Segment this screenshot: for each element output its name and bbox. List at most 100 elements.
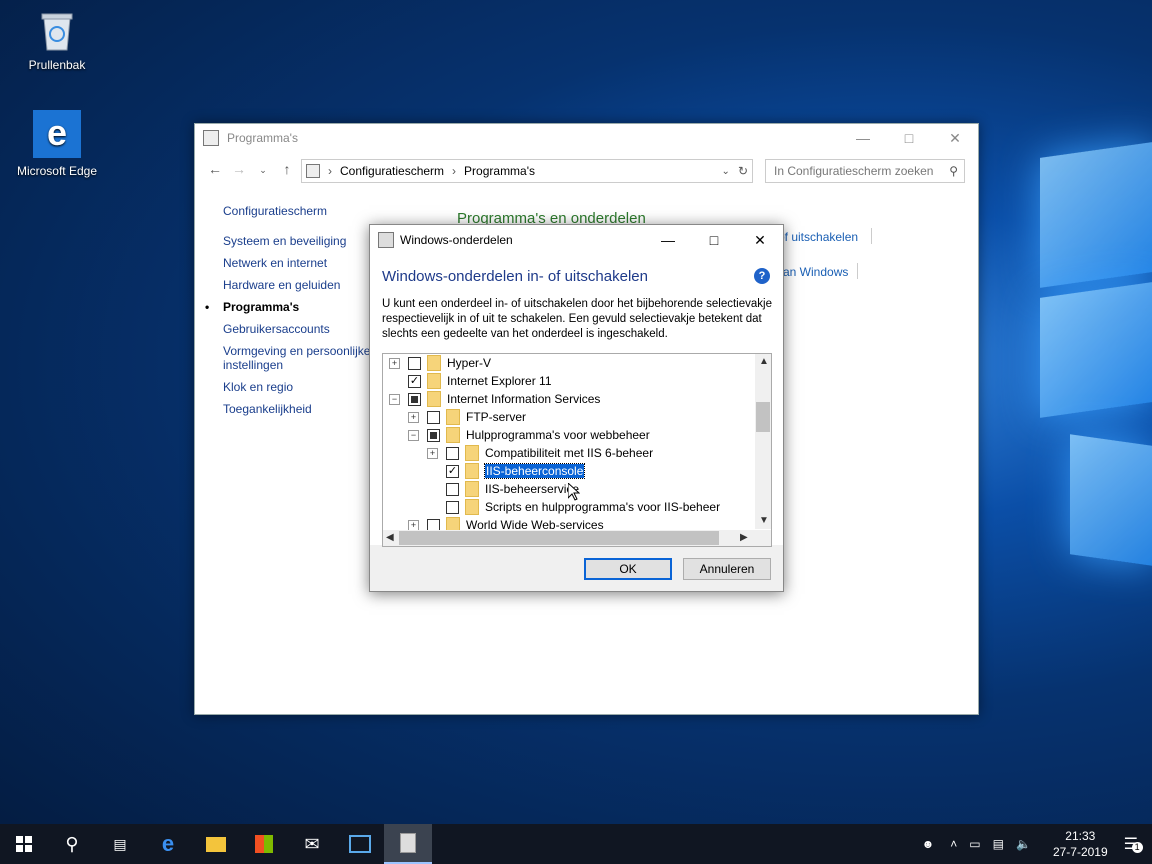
sidebar-item-system-security[interactable]: Systeem en beveiliging [223,234,383,248]
network-icon[interactable]: ▤ [993,837,1004,851]
sidebar-nav: Configuratiescherm Systeem en beveiligin… [205,204,383,424]
clock[interactable]: 21:33 27-7-2019 [1053,828,1108,860]
minimize-button[interactable]: — [840,124,886,152]
checkbox[interactable] [446,482,459,496]
dialog-titlebar[interactable]: Windows-onderdelen — □ ✕ [370,225,783,255]
search-icon[interactable]: ⚲ [48,824,96,864]
folder-icon [427,391,441,407]
checkbox-checked[interactable]: ✓ [408,374,421,388]
cancel-button[interactable]: Annuleren [683,558,771,580]
tree-item-iis[interactable]: − Internet Information Services [389,390,600,408]
tree-item-hyper-v[interactable]: + Hyper-V [389,354,491,372]
close-button[interactable]: ✕ [737,226,783,254]
file-explorer-icon[interactable] [192,824,240,864]
task-view-icon[interactable]: ▤ [96,824,144,864]
search-input[interactable]: In Configuratiescherm zoeken ⚲ [765,159,965,183]
folder-icon [465,499,479,515]
taskbar: ⚲ ▤ e ✉ ☻ ˄ ▭ ▤ 🔈 21:33 27-7-2019 ☰ 1 [0,824,1152,864]
tree-item-label-selected: IIS-beheerconsole [483,463,586,479]
tree-item-label: Scripts en hulpprogramma's voor IIS-behe… [485,500,721,514]
breadcrumb-item[interactable]: Programma's [464,164,535,178]
partial-link[interactable]: an Windows [783,265,848,279]
tree-item-web-management-tools[interactable]: − Hulpprogramma's voor webbeheer [408,426,650,444]
tree-item-label: Internet Information Services [447,392,601,406]
volume-icon[interactable]: 🔈 [1016,837,1031,851]
address-bar[interactable]: › Configuratiescherm › Programma's ⌄ ↻ [301,159,753,183]
checkbox[interactable] [446,500,459,514]
sidebar-item-accounts[interactable]: Gebruikersaccounts [223,322,383,336]
sidebar-item-home[interactable]: Configuratiescherm [223,204,383,218]
tree-item-label: IIS-beheerservice [485,482,580,496]
maximize-button[interactable]: □ [691,226,737,254]
windows-features-icon [378,232,394,248]
breadcrumb-item[interactable]: Configuratiescherm [340,164,444,178]
up-arrow-icon[interactable]: ↑ [275,161,299,179]
edge-taskbar-icon[interactable]: e [144,824,192,864]
search-icon: ⚲ [949,164,958,178]
checkbox[interactable] [427,410,440,424]
mail-icon[interactable]: ✉ [288,824,336,864]
address-dropdown-icon[interactable]: ⌄ [722,166,730,177]
minimize-button[interactable]: — [645,226,691,254]
clock-time: 21:33 [1065,829,1096,843]
collapse-icon[interactable]: − [408,429,419,441]
store-icon[interactable] [240,824,288,864]
maximize-button[interactable]: □ [886,124,932,152]
sidebar-item-network[interactable]: Netwerk en internet [223,256,383,270]
server-manager-icon[interactable] [336,824,384,864]
dialog-heading: Windows-onderdelen in- of uitschakelen [382,268,648,285]
window-titlebar[interactable]: Programma's — □ ✕ [195,124,978,152]
window-title: Programma's [227,131,298,145]
sidebar-item-accessibility[interactable]: Toegankelijkheid [223,402,383,416]
start-button[interactable] [0,824,48,864]
checkbox-partial[interactable] [408,392,421,406]
scroll-up-arrow-icon[interactable]: ▲ [759,356,769,367]
desktop-icon-label: Microsoft Edge [16,164,98,178]
sidebar-item-clock-region[interactable]: Klok en regio [223,380,383,394]
tree-item-iis6-compat[interactable]: + Compatibiliteit met IIS 6-beheer [427,444,653,462]
tree-item-label: Compatibiliteit met IIS 6-beheer [485,446,654,460]
sidebar-item-hardware[interactable]: Hardware en geluiden [223,278,383,292]
sidebar-item-programs[interactable]: • Programma's [205,300,383,314]
close-button[interactable]: ✕ [932,124,978,152]
tree-item-iis-console[interactable]: ✓ IIS-beheerconsole [427,462,586,480]
desktop-icon-recycle-bin[interactable]: Prullenbak [12,10,102,72]
desktop-icon-microsoft-edge[interactable]: e Microsoft Edge [12,110,102,178]
scroll-left-arrow-icon[interactable]: ◀ [386,532,394,543]
features-tree[interactable]: + Hyper-V ✓ Internet Explorer 11 − Inter… [382,353,772,547]
partial-link[interactable]: of uitschakelen [778,230,858,244]
checkbox-partial[interactable] [427,428,440,442]
ok-button[interactable]: OK [584,558,672,580]
horizontal-scrollbar[interactable]: ◀ ▶ [383,530,771,546]
chevron-up-icon[interactable]: ˄ [950,837,957,851]
back-arrow-icon[interactable]: ← [203,161,227,179]
expand-icon[interactable]: + [389,357,400,369]
tree-item-label: Hyper-V [447,356,492,370]
windows-logo-wallpaper [1010,142,1152,570]
control-panel-taskbar-icon[interactable] [384,824,432,864]
action-center-icon[interactable]: ☰ 1 [1124,834,1143,854]
dialog-description: U kunt een onderdeel in- of uitschakelen… [382,298,772,340]
recent-chevron-icon[interactable]: ⌄ [251,161,275,179]
scroll-right-arrow-icon[interactable]: ▶ [740,532,748,543]
horizontal-scroll-thumb[interactable] [399,531,719,545]
tree-item-iis-service[interactable]: IIS-beheerservice [427,480,579,498]
collapse-icon[interactable]: − [389,393,400,405]
checkbox[interactable] [446,446,459,460]
vertical-scrollbar[interactable]: ▲ ▼ [755,354,771,529]
people-icon[interactable]: ☻ [922,837,935,851]
vertical-scroll-thumb[interactable] [756,402,770,432]
refresh-icon[interactable]: ↻ [738,164,748,178]
help-icon[interactable]: ? [754,268,770,284]
scroll-down-arrow-icon[interactable]: ▼ [759,515,769,526]
expand-icon[interactable]: + [408,519,419,531]
tree-item-ftp-server[interactable]: + FTP-server [408,408,526,426]
expand-icon[interactable]: + [408,411,419,423]
expand-icon[interactable]: + [427,447,438,459]
battery-icon[interactable]: ▭ [969,837,980,851]
tree-item-internet-explorer[interactable]: ✓ Internet Explorer 11 [389,372,552,390]
checkbox[interactable] [408,356,421,370]
checkbox-checked[interactable]: ✓ [446,464,459,478]
sidebar-item-appearance[interactable]: Vormgeving en persoonlijke instellingen [223,344,373,372]
forward-arrow-icon[interactable]: → [227,161,251,179]
